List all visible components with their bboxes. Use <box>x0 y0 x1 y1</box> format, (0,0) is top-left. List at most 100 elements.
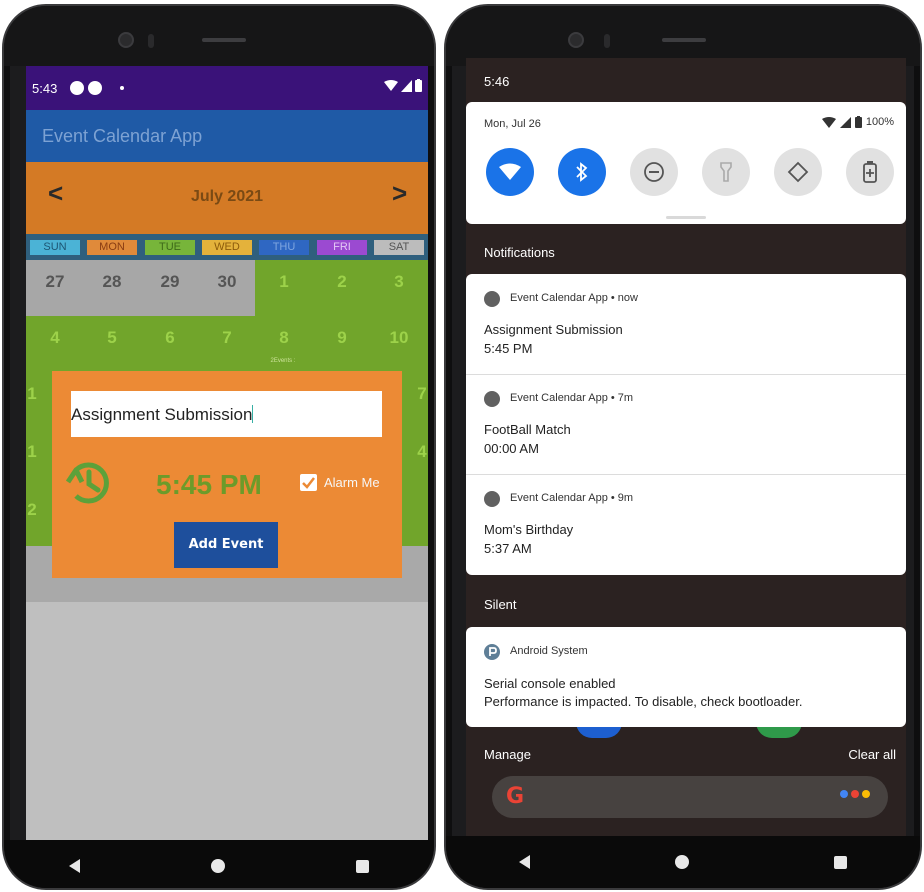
left-screen: 5:43 Event Calendar App < July 2021 > SU… <box>26 66 428 840</box>
app-bar: Event Calendar App <box>26 110 428 162</box>
selected-time[interactable]: 5:45 PM <box>156 469 262 501</box>
calendar-day[interactable]: 3 <box>379 272 419 292</box>
weekday-label: MON <box>87 240 137 255</box>
notifications-header: Notifications <box>484 245 555 260</box>
wifi-icon <box>384 79 398 91</box>
calendar-day[interactable]: 10 <box>379 328 419 348</box>
notification-title: FootBall Match <box>484 422 571 437</box>
notification-item[interactable]: Event Calendar App • 9m Mom's Birthday 5… <box>466 474 906 574</box>
more-notifications-icon <box>120 86 124 90</box>
proximity-sensor <box>148 34 154 48</box>
time-picker-clock-icon[interactable] <box>62 460 124 506</box>
silent-header: Silent <box>484 597 517 612</box>
cell-signal-icon <box>839 116 851 128</box>
home-icon[interactable] <box>674 855 689 869</box>
clear-all-button[interactable]: Clear all <box>848 747 896 762</box>
cell-signal-icon <box>401 79 412 92</box>
right-navigation-bar <box>446 836 920 888</box>
app-title: Event Calendar App <box>42 126 203 146</box>
notification-item[interactable]: Event Calendar App • now Assignment Subm… <box>466 274 906 374</box>
calendar-day[interactable]: 1 <box>26 384 52 404</box>
notification-title: Serial console enabled <box>484 676 616 691</box>
calendar-day[interactable]: 2 <box>322 272 362 292</box>
bluetooth-tile[interactable] <box>558 148 606 196</box>
earpiece-speaker <box>662 38 706 42</box>
battery-saver-icon <box>863 161 877 183</box>
event-name-input[interactable]: Assignment Submission <box>71 391 382 437</box>
calendar-day[interactable]: 7 <box>402 384 428 404</box>
checkmark-icon <box>302 477 315 489</box>
calendar-day[interactable]: 4 <box>35 328 75 348</box>
calendar-day[interactable]: 9 <box>322 328 362 348</box>
add-event-dialog: Assignment Submission 5:45 PM Alarm Me A… <box>52 371 402 578</box>
left-navigation-bar <box>4 840 434 888</box>
qs-status-icons: 100% <box>821 116 894 128</box>
calendar-day[interactable]: 8 <box>264 328 304 348</box>
silent-notification-card[interactable]: Android System Serial console enabled Pe… <box>466 627 906 727</box>
calendar-day[interactable]: 4 <box>402 442 428 462</box>
alarm-checkbox[interactable] <box>300 474 317 491</box>
notification-text: Performance is impacted. To disable, che… <box>484 694 803 709</box>
quick-settings-panel: Mon, Jul 26 100% <box>466 102 906 224</box>
earpiece-speaker <box>202 38 246 42</box>
google-logo: G <box>506 784 525 809</box>
add-event-button[interactable]: Add Event <box>174 522 278 568</box>
weekday-label: WED <box>202 240 252 255</box>
auto-rotate-icon <box>787 161 809 183</box>
back-icon[interactable] <box>69 859 81 873</box>
month-header: < July 2021 > <box>26 162 428 234</box>
recents-icon[interactable] <box>834 855 848 869</box>
recents-icon[interactable] <box>355 859 369 873</box>
calendar-day[interactable]: 2 <box>26 500 52 520</box>
qs-date: Mon, Jul 26 <box>484 118 541 130</box>
notification-item[interactable]: Event Calendar App • 7m FootBall Match 0… <box>466 374 906 474</box>
qs-drag-handle[interactable] <box>666 216 706 219</box>
status-time: 5:43 <box>32 81 58 96</box>
flashlight-tile[interactable] <box>702 148 750 196</box>
event-count-label: 2Events : <box>270 358 296 364</box>
notification-text: 00:00 AM <box>484 441 539 456</box>
notification-app-line: Android System <box>510 645 588 657</box>
left-phone-frame: 5:43 Event Calendar App < July 2021 > SU… <box>2 4 436 890</box>
app-icon <box>484 491 500 507</box>
do-not-disturb-tile[interactable] <box>630 148 678 196</box>
wifi-tile[interactable] <box>486 148 534 196</box>
page: 5:43 Event Calendar App < July 2021 > SU… <box>0 0 924 892</box>
back-icon[interactable] <box>518 855 530 869</box>
weekday-header-row: SUN MON TUE WED THU FRI SAT <box>26 234 428 260</box>
app-icon <box>484 391 500 407</box>
calendar-day[interactable]: 1 <box>26 442 52 462</box>
weekday-label: THU <box>259 240 309 255</box>
notification-title: Assignment Submission <box>484 322 623 337</box>
calendar-day[interactable]: 28 <box>92 272 132 292</box>
google-search-bar[interactable]: G <box>492 776 888 818</box>
battery-saver-tile[interactable] <box>846 148 894 196</box>
status-icons <box>384 79 422 92</box>
text-cursor <box>252 405 254 423</box>
notification-app-line: Event Calendar App • 9m <box>510 492 634 504</box>
calendar-day[interactable]: 7 <box>207 328 247 348</box>
manage-button[interactable]: Manage <box>484 747 531 762</box>
calendar-day[interactable]: 1 <box>264 272 304 292</box>
notification-dot-icon <box>88 81 102 95</box>
home-icon[interactable] <box>210 859 225 873</box>
calendar-day[interactable]: 5 <box>92 328 132 348</box>
alarm-label[interactable]: Alarm Me <box>324 475 380 490</box>
proximity-sensor <box>604 34 610 48</box>
calendar-day[interactable]: 27 <box>35 272 75 292</box>
bluetooth-icon <box>576 162 588 182</box>
top-bezel <box>446 6 920 66</box>
auto-rotate-tile[interactable] <box>774 148 822 196</box>
calendar-day[interactable]: 29 <box>150 272 190 292</box>
right-screen: 5:46 Mon, Jul 26 100% Notifications Even… <box>466 58 906 838</box>
notification-app-line: Event Calendar App • now <box>510 292 638 304</box>
calendar-day[interactable]: 30 <box>207 272 247 292</box>
notification-dot-icon <box>70 81 84 95</box>
calendar-day[interactable]: 6 <box>150 328 190 348</box>
battery-icon <box>415 79 422 92</box>
app-icon <box>484 291 500 307</box>
notifications-card: Event Calendar App • now Assignment Subm… <box>466 274 906 575</box>
status-time: 5:46 <box>484 74 510 89</box>
assistant-icon[interactable] <box>840 790 870 798</box>
next-month-button[interactable]: > <box>392 178 407 209</box>
